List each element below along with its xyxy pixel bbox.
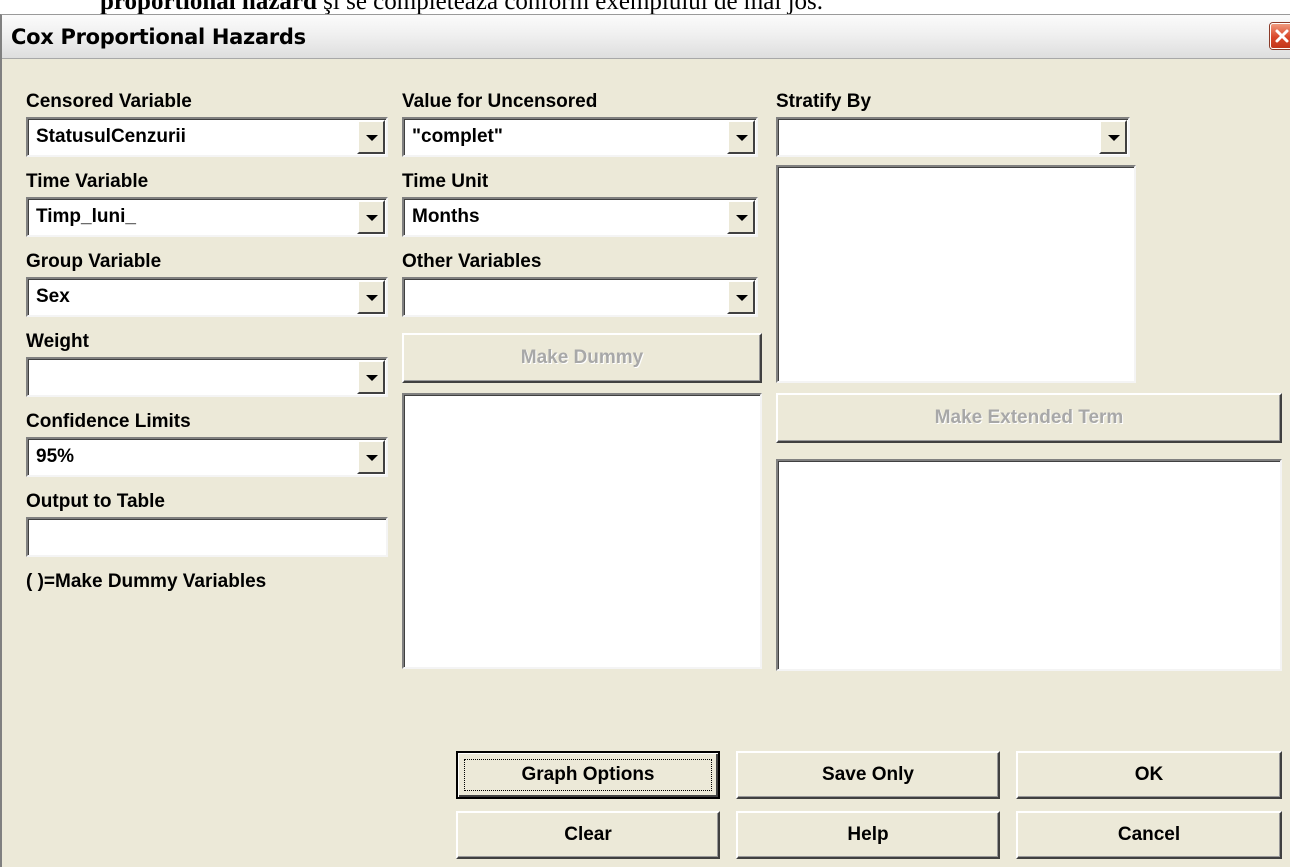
output-to-table-label: Output to Table xyxy=(26,491,165,512)
weight-label: Weight xyxy=(26,331,89,352)
cancel-button[interactable]: Cancel xyxy=(1016,811,1282,859)
time-unit-label: Time Unit xyxy=(402,171,489,192)
group-variable-label: Group Variable xyxy=(26,251,162,272)
chevron-down-icon xyxy=(366,455,378,461)
weight-dropdown-button[interactable] xyxy=(357,360,385,394)
clear-button[interactable]: Clear xyxy=(456,811,720,859)
extended-terms-list[interactable] xyxy=(776,459,1282,671)
time-variable-value: Timp_luni_ xyxy=(36,206,136,227)
save-only-label: Save Only xyxy=(822,764,914,785)
save-only-button[interactable]: Save Only xyxy=(736,751,1000,799)
time-unit-select[interactable]: Months xyxy=(402,197,758,237)
stratify-by-label: Stratify By xyxy=(776,91,872,112)
confidence-limits-select[interactable]: 95% xyxy=(26,437,388,477)
chevron-down-icon xyxy=(366,135,378,141)
value-for-uncensored-select[interactable]: "complet" xyxy=(402,117,758,157)
document-text-bold: proportional hazard xyxy=(100,0,317,15)
value-for-uncensored-dropdown-button[interactable] xyxy=(727,120,755,154)
window-title: Cox Proportional Hazards xyxy=(11,25,306,49)
group-variable-value: Sex xyxy=(36,286,70,307)
chevron-down-icon xyxy=(366,215,378,221)
chevron-down-icon xyxy=(736,135,748,141)
output-to-table-input[interactable] xyxy=(26,517,388,557)
chevron-down-icon xyxy=(366,295,378,301)
chevron-down-icon xyxy=(1108,135,1120,141)
confidence-limits-label: Confidence Limits xyxy=(26,411,191,432)
time-variable-dropdown-button[interactable] xyxy=(357,200,385,234)
make-extended-term-label: Make Extended Term xyxy=(934,407,1124,428)
ok-button[interactable]: OK xyxy=(1016,751,1282,799)
group-variable-select[interactable]: Sex xyxy=(26,277,388,317)
other-variables-label: Other Variables xyxy=(402,251,542,272)
title-bar[interactable]: Cox Proportional Hazards xyxy=(2,15,1290,59)
stratify-by-list[interactable] xyxy=(776,165,1136,383)
help-button[interactable]: Help xyxy=(736,811,1000,859)
other-variables-dropdown-button[interactable] xyxy=(727,280,755,314)
make-extended-term-button[interactable]: Make Extended Term xyxy=(776,393,1282,443)
chevron-down-icon xyxy=(736,215,748,221)
help-label: Help xyxy=(847,824,889,845)
group-variable-dropdown-button[interactable] xyxy=(357,280,385,314)
confidence-limits-value: 95% xyxy=(36,446,75,467)
chevron-down-icon xyxy=(736,295,748,301)
make-dummy-button[interactable]: Make Dummy xyxy=(402,333,762,383)
censored-variable-label: Censored Variable xyxy=(26,91,192,112)
weight-select[interactable] xyxy=(26,357,388,397)
document-text-rest: şi se completează conform exemplului de … xyxy=(316,0,824,15)
censored-variable-value: StatusulCenzurii xyxy=(36,126,186,147)
value-for-uncensored-label: Value for Uncensored xyxy=(402,91,598,112)
make-dummy-label: Make Dummy xyxy=(520,347,644,368)
ok-label: OK xyxy=(1134,764,1164,785)
value-for-uncensored-value: "complet" xyxy=(412,126,503,147)
cox-dialog: Cox Proportional Hazards Censored Variab… xyxy=(0,14,1290,867)
clear-label: Clear xyxy=(564,824,612,845)
close-button[interactable] xyxy=(1270,23,1290,49)
other-variables-list[interactable] xyxy=(402,393,762,669)
other-variables-select[interactable] xyxy=(402,277,758,317)
time-variable-label: Time Variable xyxy=(26,171,149,192)
censored-variable-select[interactable]: StatusulCenzurii xyxy=(26,117,388,157)
time-variable-select[interactable]: Timp_luni_ xyxy=(26,197,388,237)
cancel-label: Cancel xyxy=(1117,824,1181,845)
chevron-down-icon xyxy=(366,375,378,381)
censored-variable-dropdown-button[interactable] xyxy=(357,120,385,154)
confidence-limits-dropdown-button[interactable] xyxy=(357,440,385,474)
time-unit-value: Months xyxy=(412,206,480,227)
time-unit-dropdown-button[interactable] xyxy=(727,200,755,234)
stratify-by-select[interactable] xyxy=(776,117,1130,157)
graph-options-label: Graph Options xyxy=(521,764,655,785)
close-icon xyxy=(1275,29,1289,43)
stratify-by-dropdown-button[interactable] xyxy=(1099,120,1127,154)
graph-options-button[interactable]: Graph Options xyxy=(456,751,720,799)
dummy-variables-hint: ( )=Make Dummy Variables xyxy=(26,571,267,592)
